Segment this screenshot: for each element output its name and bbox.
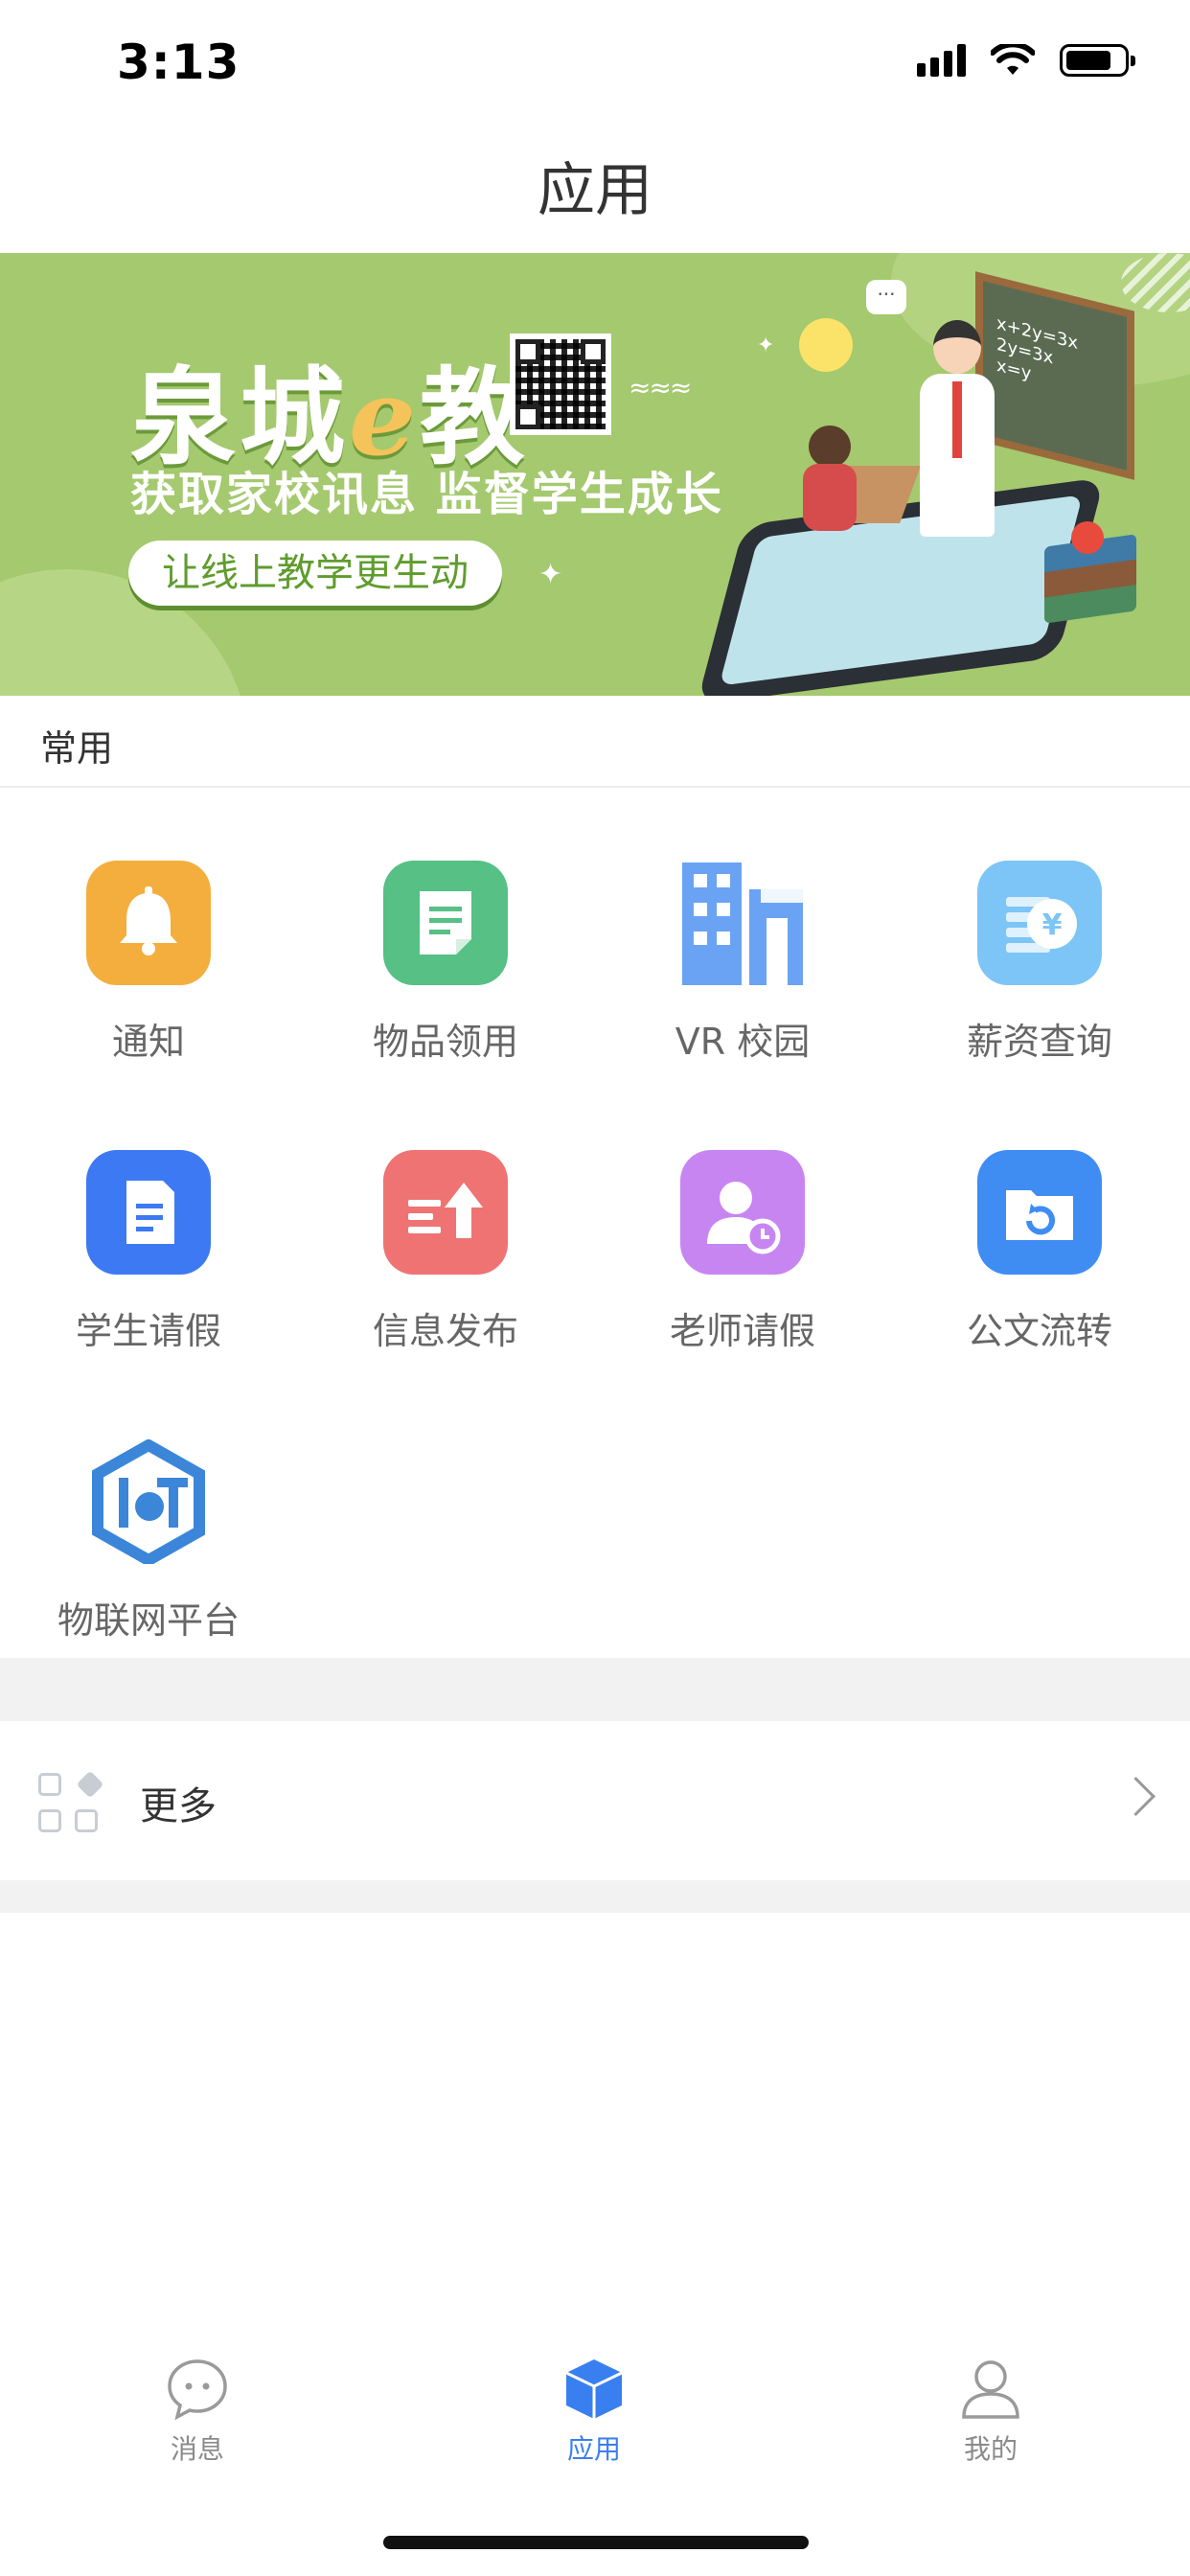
app-label: 物品领用 <box>372 1021 518 1063</box>
section-header: 常用 <box>0 696 1190 788</box>
section-divider <box>0 1880 1190 1913</box>
sparkle-icon: ✦ <box>538 558 563 591</box>
app-label: 公文流转 <box>966 1310 1112 1352</box>
tab-mine[interactable]: 我的 <box>895 2358 1087 2467</box>
building-icon <box>680 861 805 985</box>
teacher-icon <box>680 1150 805 1275</box>
tab-label: 消息 <box>170 2433 224 2465</box>
app-teacher-leave[interactable]: 老师请假 <box>594 1150 891 1354</box>
status-time: 3:13 <box>117 34 240 90</box>
home-indicator <box>383 2536 809 2549</box>
svg-text:¥: ¥ <box>1042 908 1063 942</box>
sparkle-icon: ✦ <box>757 334 775 357</box>
promo-banner[interactable]: 泉城e教 ≈≈≈ 获取家校讯息 监督学生成长 让线上教学更生动 ✦ ✦ x+2y… <box>0 253 1190 696</box>
signal-icon <box>917 44 966 77</box>
salary-icon: ¥ <box>977 861 1102 985</box>
app-vr-campus[interactable]: VR 校园 <box>594 861 891 1065</box>
app-label: 物联网平台 <box>57 1599 240 1642</box>
grid-more-icon <box>38 1770 104 1836</box>
app-label: VR 校园 <box>675 1021 811 1063</box>
status-icons <box>917 44 1135 77</box>
iot-icon <box>86 1438 211 1567</box>
bell-icon <box>86 861 211 985</box>
tab-label: 应用 <box>566 2433 621 2465</box>
battery-icon <box>1060 44 1135 77</box>
app-info-publish[interactable]: 信息发布 <box>297 1150 594 1354</box>
file-icon <box>86 1150 211 1275</box>
banner-subtitle: 获取家校讯息 监督学生成长 <box>130 468 723 521</box>
qr-code-icon <box>510 334 611 435</box>
app-label: 通知 <box>111 1021 185 1063</box>
more-row[interactable]: 更多 <box>0 1721 1190 1880</box>
tab-bar: 消息 应用 我的 <box>0 2338 1190 2472</box>
page-title: 应用 <box>538 157 652 224</box>
app-notification[interactable]: 通知 <box>0 861 297 1065</box>
wifi-icon <box>991 44 1035 75</box>
app-iot-platform[interactable]: 物联网平台 <box>0 1438 297 1644</box>
cube-icon <box>562 2358 626 2421</box>
banner-pill: 让线上教学更生动 <box>128 540 502 606</box>
chat-icon <box>166 2358 229 2421</box>
tab-label: 我的 <box>963 2433 1018 2465</box>
app-label: 信息发布 <box>372 1310 518 1352</box>
section-divider <box>0 1658 1190 1721</box>
status-bar: 3:13 <box>0 0 1190 126</box>
user-icon <box>959 2358 1022 2421</box>
wave-decoration: ≈≈≈ <box>629 372 692 403</box>
tab-messages[interactable]: 消息 <box>102 2358 293 2467</box>
app-document-flow[interactable]: 公文流转 <box>891 1150 1188 1354</box>
app-item-requisition[interactable]: 物品领用 <box>297 861 594 1065</box>
more-label: 更多 <box>140 1784 217 1828</box>
app-student-leave[interactable]: 学生请假 <box>0 1150 297 1354</box>
app-label: 学生请假 <box>75 1310 221 1352</box>
app-label: 薪资查询 <box>966 1021 1112 1063</box>
publish-icon <box>383 1150 508 1275</box>
chevron-right-icon <box>1115 1776 1156 1817</box>
app-label: 老师请假 <box>669 1310 815 1352</box>
tab-apps[interactable]: 应用 <box>498 2358 690 2467</box>
document-icon <box>383 861 508 985</box>
folder-refresh-icon <box>977 1150 1102 1275</box>
section-title: 常用 <box>40 727 114 770</box>
app-salary-query[interactable]: ¥ 薪资查询 <box>891 861 1188 1065</box>
